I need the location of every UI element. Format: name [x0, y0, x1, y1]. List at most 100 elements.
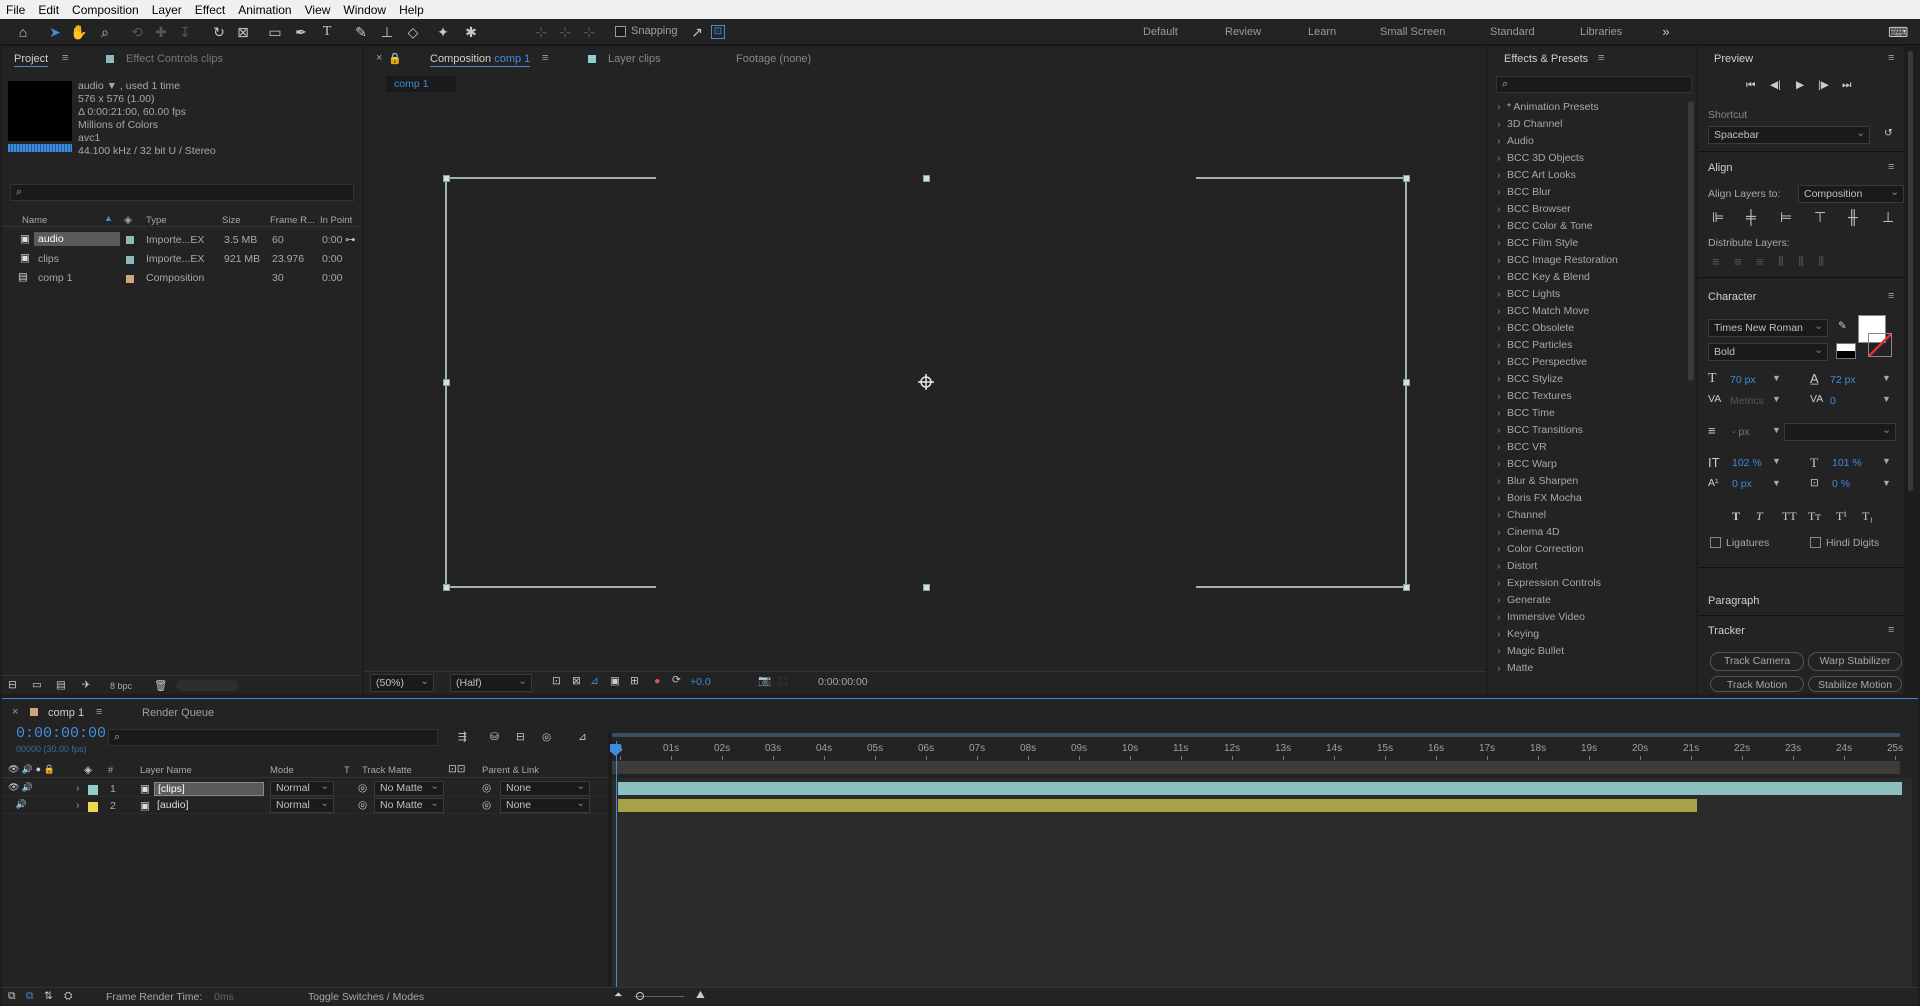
- subscript-icon[interactable]: T₁: [1862, 509, 1874, 524]
- trash-icon[interactable]: 🗑: [154, 679, 167, 692]
- layer-name[interactable]: [clips]: [154, 782, 264, 796]
- panel-menu-icon[interactable]: ≡: [96, 706, 102, 718]
- anchor-point-icon[interactable]: [917, 373, 935, 391]
- type-tool-icon[interactable]: T: [318, 23, 336, 41]
- item-label-color[interactable]: [126, 236, 134, 244]
- pan-tool-icon[interactable]: ✚: [152, 23, 170, 41]
- flowchart-icon[interactable]: ⊶: [345, 234, 356, 246]
- view-axis-icon[interactable]: ⊹: [580, 23, 598, 41]
- interpret-footage-icon[interactable]: ⊟: [8, 679, 17, 691]
- workspace-small-screen[interactable]: Small Screen: [1380, 26, 1445, 38]
- font-family-dropdown[interactable]: Times New Roman: [1708, 318, 1828, 337]
- layer-duration-bar[interactable]: [618, 782, 1902, 795]
- previous-frame-icon[interactable]: ◀|: [1770, 79, 1781, 91]
- chevron-down-icon[interactable]: ▼: [1882, 373, 1891, 383]
- effect-category-item[interactable]: Expression Controls: [1497, 577, 1601, 589]
- new-folder-icon[interactable]: ▭: [32, 679, 42, 691]
- effect-category-item[interactable]: Channel: [1497, 509, 1546, 521]
- tab-timeline-comp[interactable]: comp 1: [48, 707, 84, 719]
- menu-edit[interactable]: Edit: [38, 3, 59, 17]
- col-track-matte[interactable]: Track Matte: [362, 765, 412, 776]
- panel-menu-icon[interactable]: ≡: [1888, 161, 1894, 173]
- region-of-interest-icon[interactable]: ▣: [610, 675, 620, 687]
- effects-search-input[interactable]: ⌕: [1496, 76, 1692, 93]
- parent-dropdown[interactable]: None: [500, 797, 590, 813]
- pick-whip-icon[interactable]: ◎: [482, 782, 491, 794]
- project-search-input[interactable]: ⌕: [10, 184, 354, 201]
- align-bottom-icon[interactable]: ⊥: [1882, 209, 1894, 226]
- panel-menu-icon[interactable]: ≡: [1888, 52, 1894, 64]
- layer-mode-dropdown[interactable]: Normal: [270, 780, 334, 796]
- speaker-icon[interactable]: 🔊: [8, 799, 27, 810]
- effect-category-item[interactable]: BCC Warp: [1497, 458, 1557, 470]
- all-caps-icon[interactable]: TT: [1782, 509, 1797, 524]
- layer-mode-dropdown[interactable]: Normal: [270, 797, 334, 813]
- layer-row[interactable]: 👁 🔊 › 1 ▣ [clips] Normal ◎ No Matte ◎ No…: [2, 780, 608, 797]
- project-item-clips[interactable]: ▣ clips Importe...EX 921 MB 23.976 0:00: [2, 250, 362, 268]
- composition-canvas[interactable]: [364, 99, 1486, 667]
- zoom-tool-icon[interactable]: ⌕: [96, 23, 114, 41]
- tsume-value[interactable]: 0 %: [1832, 478, 1850, 490]
- layer-switches-icon[interactable]: ⧉: [8, 990, 16, 1003]
- menu-layer[interactable]: Layer: [152, 3, 182, 17]
- orbit-tool-icon[interactable]: ⟲: [128, 23, 146, 41]
- reset-exposure-icon[interactable]: ⟳: [672, 674, 681, 686]
- effect-category-item[interactable]: BCC Match Move: [1497, 305, 1589, 317]
- chevron-down-icon[interactable]: ▼: [1772, 456, 1781, 466]
- project-item-audio[interactable]: ▣ audio Importe...EX 3.5 MB 60 0:00 ⊶: [2, 231, 362, 249]
- effect-category-item[interactable]: BCC Particles: [1497, 339, 1572, 351]
- effect-category-item[interactable]: BCC Stylize: [1497, 373, 1563, 385]
- hindi-digits-checkbox[interactable]: [1810, 537, 1821, 548]
- effect-category-item[interactable]: BCC Obsolete: [1497, 322, 1574, 334]
- effect-category-item[interactable]: Immersive Video: [1497, 611, 1585, 623]
- panel-menu-icon[interactable]: ≡: [542, 52, 548, 64]
- first-frame-icon[interactable]: ⏮: [1746, 79, 1755, 92]
- layer-duration-bar[interactable]: [618, 799, 1697, 812]
- effect-category-item[interactable]: BCC Color & Tone: [1497, 220, 1593, 232]
- col-parent-link[interactable]: Parent & Link: [482, 765, 539, 776]
- item-label-color[interactable]: [126, 275, 134, 283]
- zoom-slider-knob[interactable]: [636, 992, 644, 1000]
- default-colors-icon[interactable]: [1836, 343, 1856, 359]
- snap-edges-icon[interactable]: ↗: [688, 23, 706, 41]
- eraser-tool-icon[interactable]: ◇: [404, 23, 422, 41]
- anchor-tool-icon[interactable]: ⊠: [234, 23, 252, 41]
- effect-category-item[interactable]: Audio: [1497, 135, 1534, 147]
- snap-grid-icon[interactable]: ⊡: [711, 25, 725, 39]
- effect-category-item[interactable]: BCC Blur: [1497, 186, 1551, 198]
- composition-mini-flowchart-icon[interactable]: ⇶: [458, 731, 467, 743]
- effect-category-item[interactable]: BCC Time: [1497, 407, 1555, 419]
- layer-label-color[interactable]: [88, 802, 98, 812]
- stroke-color-swatch[interactable]: [1868, 333, 1892, 357]
- align-top-icon[interactable]: ⊤: [1814, 209, 1826, 226]
- stabilize-motion-button[interactable]: Stabilize Motion: [1808, 676, 1902, 692]
- graph-editor-icon[interactable]: ⊿: [578, 731, 587, 743]
- render-icon[interactable]: ✈: [82, 679, 91, 691]
- expand-chevron-icon[interactable]: ›: [76, 799, 80, 811]
- brush-tool-icon[interactable]: ✎: [352, 23, 370, 41]
- last-frame-icon[interactable]: ⏭: [1842, 79, 1851, 92]
- font-style-dropdown[interactable]: Bold: [1708, 342, 1828, 361]
- time-navigator[interactable]: [612, 731, 1904, 739]
- effect-category-item[interactable]: Color Correction: [1497, 543, 1583, 555]
- snapping-checkbox[interactable]: [615, 26, 626, 37]
- workspace-standard[interactable]: Standard: [1490, 26, 1535, 38]
- menu-view[interactable]: View: [305, 3, 331, 17]
- clone-stamp-tool-icon[interactable]: ⊥: [378, 23, 396, 41]
- parent-dropdown[interactable]: None: [500, 780, 590, 796]
- effect-category-item[interactable]: BCC Film Style: [1497, 237, 1578, 249]
- menu-composition[interactable]: Composition: [72, 3, 139, 17]
- effect-category-item[interactable]: BCC Transitions: [1497, 424, 1583, 436]
- transform-handle-bottom-left[interactable]: [443, 584, 450, 591]
- tab-layer[interactable]: Layer clips: [608, 53, 661, 65]
- matte-toggle-icons[interactable]: ⊡⊡: [448, 763, 466, 775]
- in-out-icon[interactable]: ⇅: [44, 990, 53, 1002]
- work-area-bar[interactable]: [612, 761, 1900, 774]
- chevron-down-icon[interactable]: ▼: [1772, 425, 1781, 435]
- layer-name[interactable]: [audio]: [154, 799, 192, 811]
- effect-category-item[interactable]: BCC Perspective: [1497, 356, 1587, 368]
- fast-previews-icon[interactable]: ⊡: [552, 675, 561, 687]
- search-help-icon[interactable]: ⌨: [1888, 23, 1908, 41]
- transform-handle-top[interactable]: [923, 175, 930, 182]
- horizontal-scale-value[interactable]: 101 %: [1832, 457, 1862, 469]
